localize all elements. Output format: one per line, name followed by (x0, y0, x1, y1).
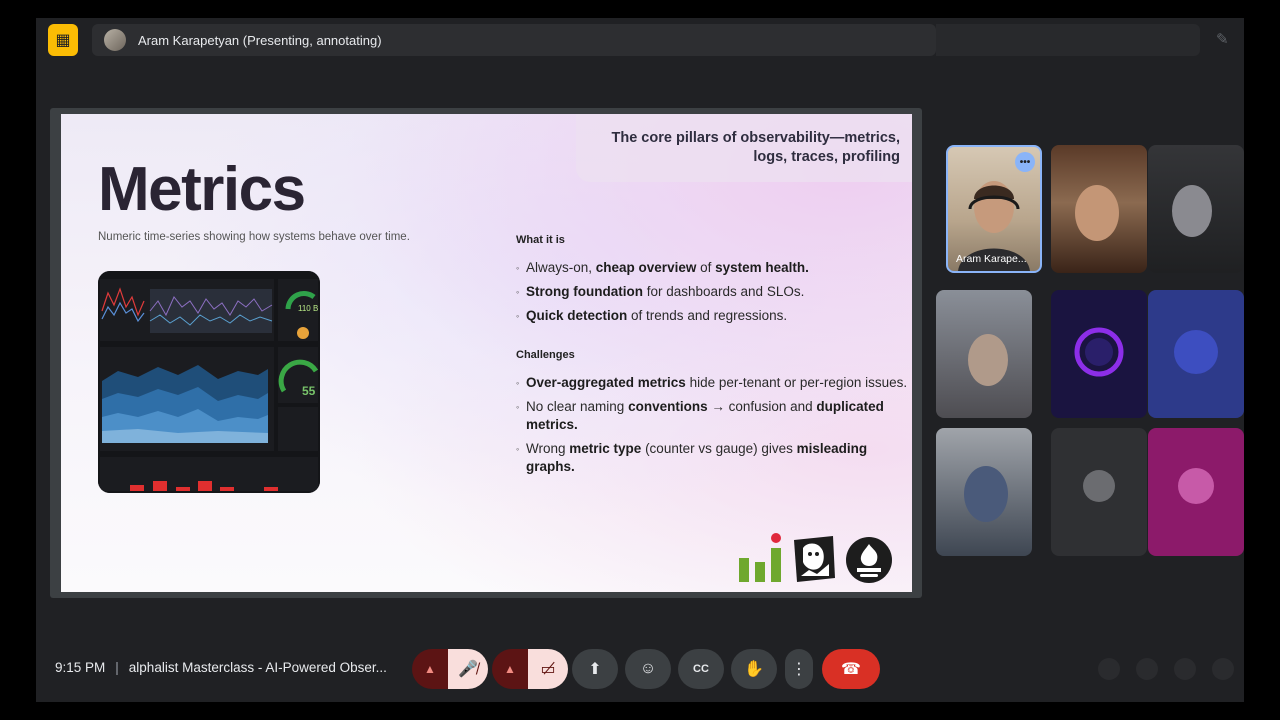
tool-logos (737, 532, 893, 584)
bullet-item: No clear naming conventions → confusion … (516, 398, 911, 434)
participant-video (1075, 185, 1119, 241)
participant-video (1083, 470, 1115, 502)
bullet-item: Wrong metric type (counter vs gauge) giv… (516, 440, 911, 476)
raise-hand-icon: ✋ (744, 661, 764, 678)
slide-right-column: What it is Always-on, cheap overview of … (516, 234, 911, 482)
presenter-avatar (104, 29, 126, 51)
bullet-item: Always-on, cheap overview of system heal… (516, 259, 911, 277)
participant-tile[interactable] (1051, 145, 1147, 273)
mic-options-button[interactable]: ▲ (412, 649, 448, 689)
presenter-bar: Aram Karapetyan (Presenting, annotating) (92, 24, 936, 56)
meeting-info: 9:15 PM | alphalist Masterclass - AI-Power… (55, 660, 387, 675)
camera-options-button[interactable]: ▲ (492, 649, 528, 689)
challenges-heading: Challenges (516, 349, 575, 361)
captions-icon: CC (693, 663, 709, 675)
people-icon[interactable] (1136, 658, 1158, 680)
datadog-logo (794, 536, 835, 582)
participant-tile[interactable] (1148, 290, 1244, 418)
end-call-icon: ☎ (841, 661, 861, 678)
info-icon[interactable] (1098, 658, 1120, 680)
camera-off-icon: ▭̸ (540, 661, 556, 678)
participant-video (1178, 468, 1214, 504)
present-screen-icon: ⬆ (588, 661, 602, 678)
edit-icon[interactable]: ✎ (1216, 30, 1236, 50)
bullet-item: Quick detection of trends and regression… (516, 307, 911, 325)
presentation-frame: The core pillars of observability—metric… (50, 108, 922, 598)
slide: The core pillars of observability—metric… (61, 114, 912, 592)
bullet-item: Strong foundation for dashboards and SLO… (516, 283, 911, 301)
presenter-name: Aram Karapetyan (Presenting, annotating) (138, 32, 382, 48)
chevron-up-icon: ▲ (504, 662, 516, 676)
participant-tile[interactable] (1148, 428, 1244, 556)
leave-call-button[interactable]: ☎ (822, 649, 880, 689)
more-vert-icon: ⋮ (791, 661, 807, 678)
slide-caption: Numeric time-series showing how systems … (98, 231, 410, 243)
participant-name: Aram Karape... (956, 253, 1027, 265)
slide-subtitle-line-1: The core pillars of observability—metric… (611, 130, 901, 146)
dashboard-screenshot: 110 B 55 (98, 271, 320, 493)
slide-subtitle-box: The core pillars of observability—metric… (576, 114, 912, 182)
presenter-bar-extension (936, 24, 1200, 56)
mic-toggle-button[interactable]: 🎤̸ (448, 649, 488, 689)
captions-button[interactable]: CC (678, 649, 724, 689)
graphite-logo (739, 533, 781, 582)
speaking-indicator-icon: ••• (1015, 152, 1035, 172)
present-button[interactable]: ⬆ (572, 649, 618, 689)
participant-video (1174, 330, 1218, 374)
raise-hand-button[interactable]: ✋ (731, 649, 777, 689)
activities-icon[interactable] (1212, 658, 1234, 680)
camera-toggle-button[interactable]: ▭̸ (528, 649, 568, 689)
participant-tile[interactable] (1148, 145, 1244, 273)
participant-tile[interactable] (936, 290, 1032, 418)
participant-tile[interactable] (936, 428, 1032, 556)
chat-icon[interactable] (1174, 658, 1196, 680)
chevron-up-icon: ▲ (424, 662, 436, 676)
gauge-value-1: 110 B (298, 304, 318, 313)
slide-subtitle-line-2: logs, traces, profiling (753, 149, 900, 165)
what-it-is-heading: What it is (516, 234, 565, 246)
mic-off-icon: 🎤̸ (458, 661, 478, 678)
presentation-off-icon[interactable]: ▦ (48, 24, 78, 56)
participant-video (1172, 185, 1212, 237)
slide-title: Metrics (98, 155, 306, 224)
more-options-button[interactable]: ⋮ (785, 649, 813, 689)
dashboard-graphic: 110 B 55 (98, 271, 320, 493)
participant-video (964, 466, 1008, 522)
meeting-title: alphalist Masterclass - AI-Powered Obser… (128, 660, 387, 675)
emoji-icon: ☺ (639, 660, 657, 677)
challenges-list: Over-aggregated metrics hide per-tenant … (516, 374, 911, 476)
participant-tile[interactable] (1051, 428, 1147, 556)
participant-tile-speaker[interactable]: ••• Aram Karape... (946, 145, 1042, 273)
what-it-is-list: Always-on, cheap overview of system heal… (516, 259, 911, 325)
participant-video (1074, 327, 1124, 377)
participant-tile[interactable] (1051, 290, 1147, 418)
participant-video (968, 334, 1008, 386)
meeting-time: 9:15 PM (55, 660, 106, 675)
bullet-item: Over-aggregated metrics hide per-tenant … (516, 374, 911, 392)
reactions-button[interactable]: ☺ (625, 649, 671, 689)
meet-stage: ▦ Aram Karapetyan (Presenting, annotatin… (36, 18, 1244, 702)
gauge-value-2: 55 (302, 384, 316, 398)
prometheus-logo (846, 537, 892, 583)
